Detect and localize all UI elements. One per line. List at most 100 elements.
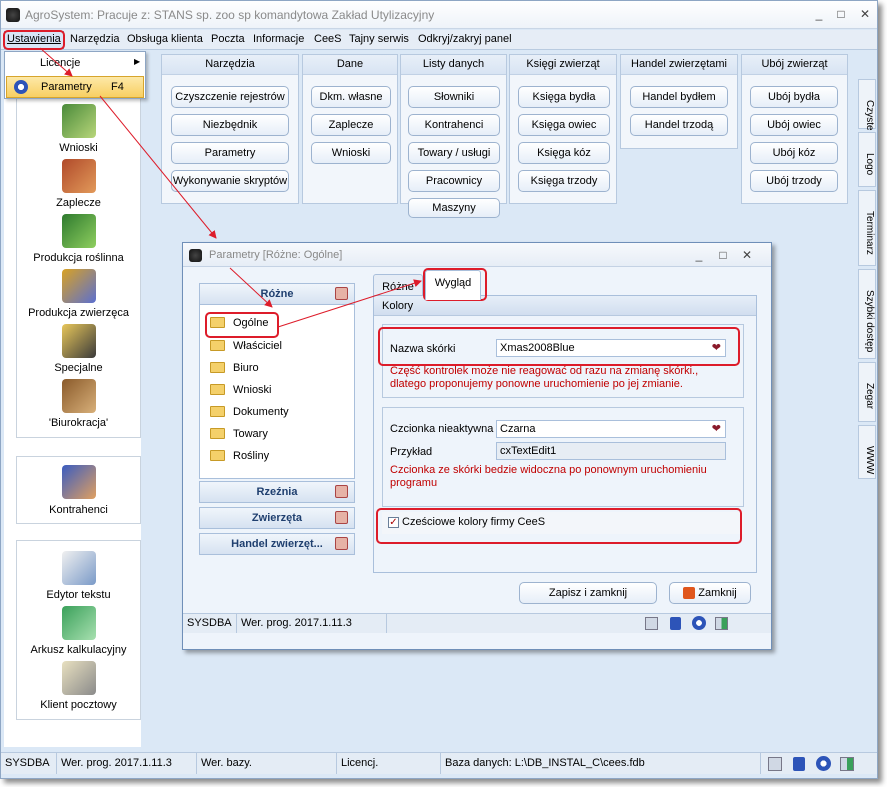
kontrahenci-icon [62, 465, 96, 499]
toolgroup-dane: Dane Dkm. własne Zaplecze Wnioski [302, 54, 398, 204]
wnioski-button[interactable]: Wnioski [311, 142, 391, 164]
nav-group-rozne[interactable]: Różne [199, 283, 355, 305]
nav-item-wlasciciel[interactable]: Właściciel [210, 339, 282, 358]
dkm-wlasne-button[interactable]: Dkm. własne [311, 86, 391, 108]
exit-icon[interactable] [840, 757, 854, 771]
parametry-dialog: Parametry [Różne: Ogólne] _ □ ✕ Różne Og… [182, 242, 772, 650]
close-dialog-button[interactable]: Zamknij [669, 582, 751, 604]
nav-item-biuro[interactable]: Biuro [210, 361, 259, 380]
tab-szybki-dostep[interactable]: Szybki dostęp [858, 269, 876, 359]
toolgroup-title: Listy danych [401, 55, 506, 75]
nav-item-wnioski-label: Wnioski [233, 384, 272, 396]
ksiega-bydla-button[interactable]: Księga bydła [518, 86, 610, 108]
menu-item-parametry[interactable]: Parametry F4 [6, 76, 144, 98]
sidebar-group-office: Edytor tekstu Arkusz kalkulacyjny Klient… [16, 540, 141, 720]
folder-icon [210, 449, 225, 461]
nav-item-towary[interactable]: Towary [210, 427, 268, 446]
tab-www[interactable]: WWW [858, 425, 876, 479]
menu-cees[interactable]: CeeS [314, 33, 342, 45]
menu-informacje[interactable]: Informacje [253, 33, 304, 45]
menu-obsluga-klienta[interactable]: Obsługa klienta [127, 33, 203, 45]
uboj-bydla-button[interactable]: Ubój bydła [750, 86, 838, 108]
dialog-title: Parametry [Różne: Ogólne] [209, 249, 343, 261]
skin-warning: Część kontrolek może nie reagować od raz… [390, 365, 699, 390]
pracownicy-button[interactable]: Pracownicy [408, 170, 500, 192]
sidebar-item-klient-pocztowy[interactable]: Klient pocztowy [17, 699, 140, 711]
kontrahenci-button[interactable]: Kontrahenci [408, 114, 500, 136]
book-icon[interactable] [793, 757, 805, 771]
sidebar-item-produkcja-zwierzeca[interactable]: Produkcja zwierzęca [17, 307, 140, 319]
nav-item-dokumenty[interactable]: Dokumenty [210, 405, 289, 424]
sidebar-item-biurokracja[interactable]: 'Biurokracja' [17, 417, 140, 429]
wykonywanie-skryptow-button[interactable]: Wykonywanie skryptów [171, 170, 289, 192]
menu-tajny-serwis[interactable]: Tajny serwis [349, 33, 409, 45]
menu-odkryj-zakryj-panel[interactable]: Odkryj/zakryj panel [418, 33, 512, 45]
menu-item-parametry-label: Parametry [41, 81, 92, 93]
maximize-button[interactable]: □ [833, 7, 849, 21]
nav-item-rosliny[interactable]: Rośliny [210, 449, 270, 468]
menu-item-licencje[interactable]: Licencje ▶ [6, 53, 144, 75]
nav-group-icon [335, 485, 348, 498]
nav-group-handel-zwierzat[interactable]: Handel zwierzęt... [199, 533, 355, 555]
status-license: Licencj. [337, 753, 441, 774]
settings-gear-icon[interactable] [692, 616, 706, 630]
sidebar-item-arkusz-kalkulacyjny[interactable]: Arkusz kalkulacyjny [17, 644, 140, 656]
calculator-icon[interactable] [645, 617, 658, 630]
sidebar-item-kontrahenci[interactable]: Kontrahenci [17, 504, 140, 516]
menu-narzedzia[interactable]: Narzędzia [70, 33, 120, 45]
uboj-trzody-button[interactable]: Ubój trzody [750, 170, 838, 192]
ksiega-trzody-button[interactable]: Księga trzody [518, 170, 610, 192]
close-dialog-label: Zamknij [698, 587, 737, 599]
folder-icon [210, 405, 225, 417]
sidebar-item-zaplecze[interactable]: Zaplecze [17, 197, 140, 209]
save-and-close-button[interactable]: Zapisz i zamknij [519, 582, 657, 604]
niezbednik-button[interactable]: Niezbędnik [171, 114, 289, 136]
uboj-owiec-button[interactable]: Ubój owiec [750, 114, 838, 136]
menu-poczta[interactable]: Poczta [211, 33, 245, 45]
maszyny-button[interactable]: Maszyny [408, 198, 500, 218]
uboj-koz-button[interactable]: Ubój kóz [750, 142, 838, 164]
nav-group-rzeznia[interactable]: Rzeźnia [199, 481, 355, 503]
example-label: Przykład [390, 446, 433, 458]
settings-gear-icon[interactable] [816, 756, 831, 771]
sidebar-item-edytor-tekstu[interactable]: Edytor tekstu [17, 589, 140, 601]
biurokracja-icon [62, 379, 96, 413]
tab-czyste[interactable]: Czyste [858, 79, 876, 131]
sidebar-item-produkcja-roslinna[interactable]: Produkcja roślinna [17, 252, 140, 264]
dialog-minimize-button[interactable]: _ [691, 248, 707, 262]
sidebar-item-specjalne[interactable]: Specjalne [17, 362, 140, 374]
handel-bydlem-button[interactable]: Handel bydłem [630, 86, 728, 108]
tool-groups: Narzędzia Czyszczenie rejestrów Niezbędn… [161, 54, 851, 218]
book-icon[interactable] [670, 617, 681, 630]
parametry-button[interactable]: Parametry [171, 142, 289, 164]
font-select[interactable]: Czarna ❤ [496, 420, 726, 438]
sidebar-item-wnioski[interactable]: Wnioski [17, 142, 140, 154]
tab-logo[interactable]: Logo [858, 132, 876, 187]
dialog-title-bar: Parametry [Różne: Ogólne] _ □ ✕ [183, 243, 771, 267]
dialog-close-button[interactable]: ✕ [739, 248, 755, 262]
nav-item-wnioski[interactable]: Wnioski [210, 383, 272, 402]
close-button[interactable]: ✕ [857, 7, 873, 21]
czyszczenie-rejestrow-button[interactable]: Czyszczenie rejestrów [171, 86, 289, 108]
tab-zegar[interactable]: Zegar [858, 362, 876, 422]
ksiega-koz-button[interactable]: Księga kóz [518, 142, 610, 164]
folder-icon [210, 361, 225, 373]
status-bar: SYSDBA Wer. prog. 2017.1.11.3 Wer. bazy.… [1, 752, 877, 774]
handel-trzoda-button[interactable]: Handel trzodą [630, 114, 728, 136]
calculator-icon[interactable] [768, 757, 782, 771]
minimize-button[interactable]: _ [811, 7, 827, 21]
towary-uslugi-button[interactable]: Towary / usługi [408, 142, 500, 164]
nav-item-rosliny-label: Rośliny [233, 450, 270, 462]
font-label: Czcionka nieaktywna [390, 423, 494, 435]
exit-icon[interactable] [715, 617, 728, 630]
text-editor-icon [62, 551, 96, 585]
dialog-maximize-button[interactable]: □ [715, 248, 731, 262]
slowniki-button[interactable]: Słowniki [408, 86, 500, 108]
tab-wyglad[interactable]: Wygląd [425, 270, 481, 300]
tab-terminarz[interactable]: Terminarz [858, 190, 876, 266]
menu-bar: Ustawienia Narzędzia Obsługa klienta Poc… [1, 30, 877, 50]
zaplecze-button[interactable]: Zaplecze [311, 114, 391, 136]
nav-group-zwierzeta[interactable]: Zwierzęta [199, 507, 355, 529]
status-db-version: Wer. bazy. [197, 753, 337, 774]
ksiega-owiec-button[interactable]: Księga owiec [518, 114, 610, 136]
